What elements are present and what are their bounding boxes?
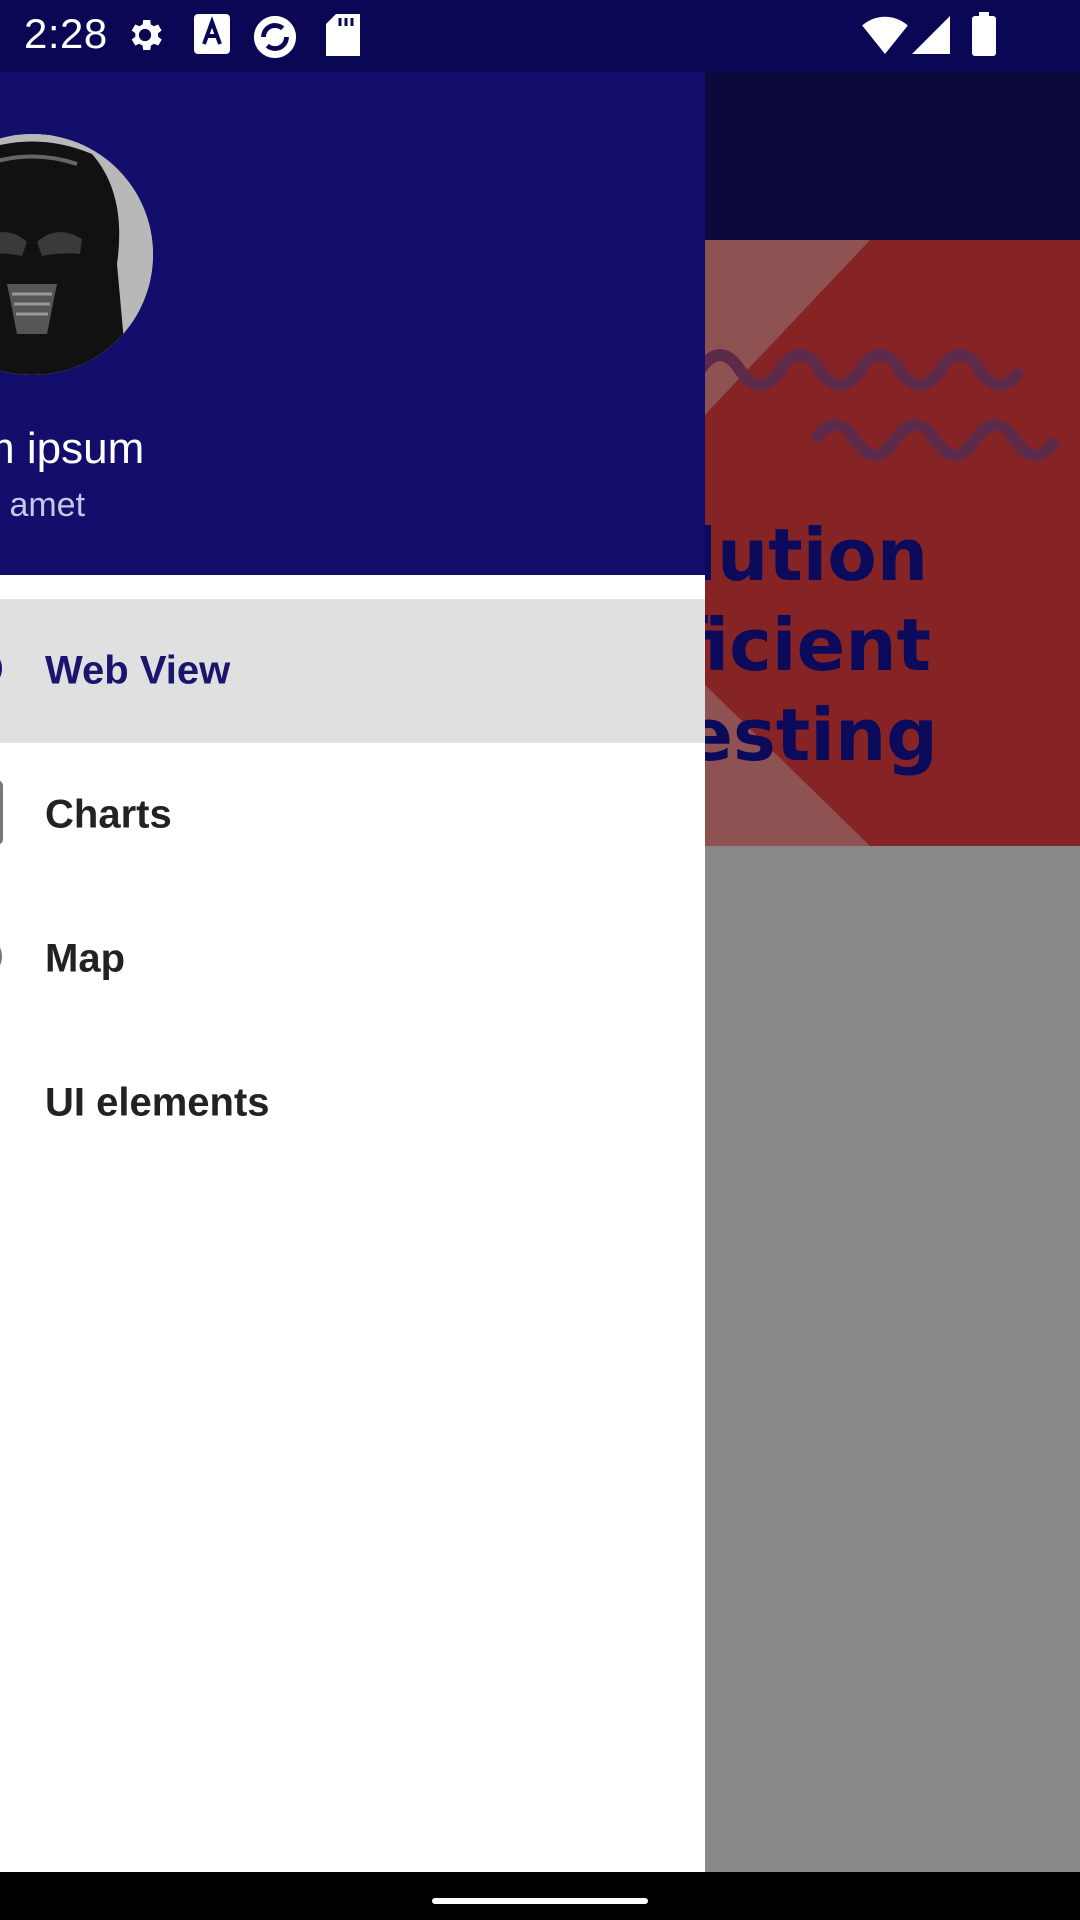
- battery-icon: [972, 12, 996, 61]
- menu-item-label: Charts: [45, 792, 172, 837]
- drawer-header: m ipsum sit amet: [0, 72, 705, 575]
- wifi-icon: [862, 16, 908, 59]
- status-time: 2:28: [24, 10, 108, 57]
- sync-app-icon: [252, 14, 298, 65]
- darth-vader-avatar[interactable]: [0, 134, 153, 375]
- menu-item-ui-elements[interactable]: UI elements: [0, 1031, 705, 1175]
- cellular-signal-icon: [912, 16, 950, 59]
- globe-icon: [0, 649, 6, 694]
- map-icon: [0, 937, 6, 982]
- navigation-bar: [0, 1872, 1080, 1920]
- home-gesture-handle[interactable]: [432, 1898, 648, 1904]
- menu-item-map[interactable]: Map: [0, 887, 705, 1031]
- menu-item-label: Map: [45, 936, 125, 981]
- gear-icon: [124, 14, 166, 61]
- drawer-menu: Web View Charts Map UI elements: [0, 599, 705, 1175]
- sd-card-icon: [326, 14, 360, 61]
- status-bar: 2:28: [0, 0, 1080, 72]
- chart-icon: [0, 780, 6, 850]
- menu-item-charts[interactable]: Charts: [0, 743, 705, 887]
- text-a-icon: [194, 14, 230, 59]
- header-subtitle: sit amet: [0, 486, 86, 524]
- menu-item-web-view[interactable]: Web View: [0, 599, 705, 743]
- navigation-drawer: m ipsum sit amet Web View Charts Map UI …: [0, 72, 705, 1872]
- header-name: m ipsum: [0, 424, 145, 473]
- menu-item-label: Web View: [45, 648, 231, 693]
- menu-item-label: UI elements: [45, 1080, 270, 1125]
